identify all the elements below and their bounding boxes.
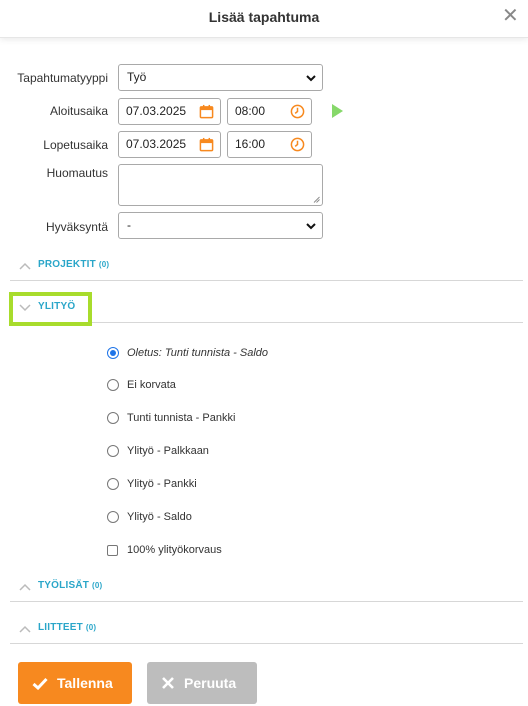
end-time-label: Lopetusaika xyxy=(43,138,108,152)
overtime-option-label: Tunti tunnista - Pankki xyxy=(127,412,236,424)
cancel-button-label: Peruuta xyxy=(184,675,237,691)
overtime-option-to-balance[interactable]: Ylityö - Saldo xyxy=(107,508,192,526)
section-attachments[interactable]: LIITTEET (0) xyxy=(10,616,523,644)
start-time-value: 08:00 xyxy=(235,104,266,118)
overtime-option-to-bank[interactable]: Ylityö - Pankki xyxy=(107,475,197,493)
section-attachments-label: LIITTEET xyxy=(38,622,83,633)
start-play-icon[interactable] xyxy=(332,104,343,118)
checkmark-icon xyxy=(32,677,48,690)
save-button[interactable]: Tallenna xyxy=(18,662,132,704)
overtime-option-label: Ylityö - Pankki xyxy=(127,478,197,490)
overtime-100-checkbox[interactable] xyxy=(107,544,118,556)
section-work-extras-label: TYÖLISÄT xyxy=(38,580,90,591)
resize-grip-icon[interactable] xyxy=(313,196,320,203)
chevron-up-icon xyxy=(19,262,31,270)
section-projects-title: PROJEKTIT (0) xyxy=(38,259,109,270)
dialog-title: Lisää tapahtuma xyxy=(208,9,320,25)
radio-button[interactable] xyxy=(107,511,119,523)
start-date-value: 07.03.2025 xyxy=(126,104,187,118)
section-projects-count: (0) xyxy=(98,260,110,269)
overtime-option-hour-bank[interactable]: Tunti tunnista - Pankki xyxy=(107,409,235,427)
radio-button[interactable] xyxy=(107,347,119,359)
section-work-extras[interactable]: TYÖLISÄT (0) xyxy=(10,574,523,602)
section-attachments-count: (0) xyxy=(85,623,97,632)
overtime-option-no-compensation[interactable]: Ei korvata xyxy=(107,376,176,394)
save-button-label: Tallenna xyxy=(57,675,113,691)
end-time-input[interactable]: 16:00 xyxy=(227,131,312,158)
calendar-icon[interactable] xyxy=(199,137,214,152)
event-type-select[interactable]: Työ xyxy=(118,64,323,91)
highlight-box xyxy=(9,292,92,326)
end-date-value: 07.03.2025 xyxy=(126,137,187,151)
start-time-label: Aloitusaika xyxy=(49,104,108,118)
dialog-header: Lisää tapahtuma ✕ xyxy=(0,0,528,38)
overtime-option-default[interactable]: Oletus: Tunti tunnista - Saldo xyxy=(107,344,268,362)
overtime-option-label: Ylityö - Palkkaan xyxy=(127,445,209,457)
section-projects-label: PROJEKTIT xyxy=(38,259,96,270)
overtime-option-to-salary[interactable]: Ylityö - Palkkaan xyxy=(107,442,209,460)
close-icon[interactable]: ✕ xyxy=(502,6,519,26)
approval-select[interactable]: - xyxy=(118,212,323,239)
start-date-input[interactable]: 07.03.2025 xyxy=(118,98,221,125)
clock-icon[interactable] xyxy=(290,137,305,152)
section-work-extras-count: (0) xyxy=(92,581,103,590)
radio-button[interactable] xyxy=(107,478,119,490)
overtime-option-label: Oletus: Tunti tunnista - Saldo xyxy=(127,347,269,359)
section-projects[interactable]: PROJEKTIT (0) xyxy=(10,253,523,281)
note-textarea[interactable] xyxy=(118,164,323,206)
chevron-down-icon xyxy=(306,223,316,230)
clock-icon[interactable] xyxy=(290,104,305,119)
radio-button[interactable] xyxy=(107,379,119,391)
event-type-label: Tapahtumatyyppi xyxy=(17,71,108,85)
close-icon xyxy=(162,677,174,689)
cancel-button[interactable]: Peruuta xyxy=(147,662,257,704)
end-date-input[interactable]: 07.03.2025 xyxy=(118,131,221,158)
start-time-input[interactable]: 08:00 xyxy=(227,98,312,125)
note-label: Huomautus xyxy=(46,166,108,180)
overtime-100-checkbox-row[interactable]: 100% ylityökorvaus xyxy=(107,541,222,559)
end-time-value: 16:00 xyxy=(235,137,266,151)
radio-button[interactable] xyxy=(107,412,119,424)
radio-button[interactable] xyxy=(107,445,119,457)
approval-label: Hyväksyntä xyxy=(45,220,108,234)
section-attachments-title: LIITTEET (0) xyxy=(38,622,96,633)
chevron-up-icon xyxy=(19,583,31,591)
chevron-up-icon xyxy=(19,625,31,633)
chevron-down-icon xyxy=(306,75,316,82)
overtime-option-label: Ei korvata xyxy=(127,379,176,391)
section-work-extras-title: TYÖLISÄT (0) xyxy=(38,580,102,591)
approval-value: - xyxy=(127,218,131,232)
calendar-icon[interactable] xyxy=(199,104,214,119)
overtime-100-label: 100% ylityökorvaus xyxy=(127,544,222,556)
overtime-option-label: Ylityö - Saldo xyxy=(127,511,192,523)
event-type-value: Työ xyxy=(127,70,147,84)
